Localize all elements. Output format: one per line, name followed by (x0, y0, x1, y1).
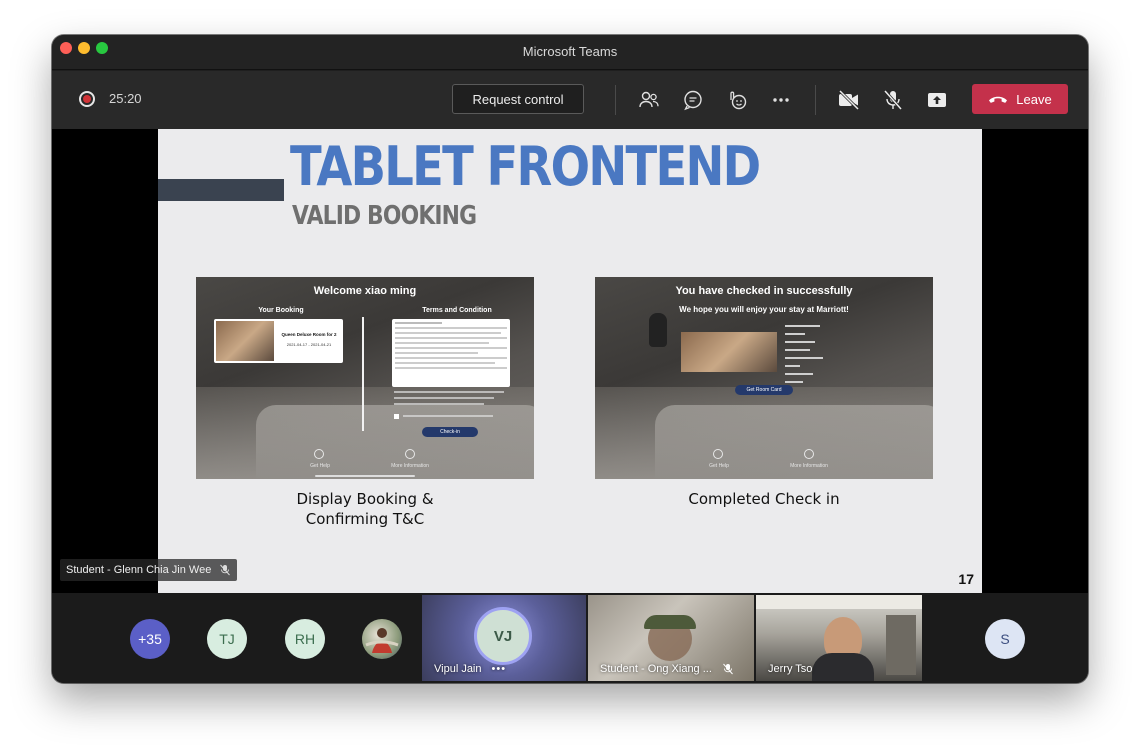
slide-page-number: 17 (958, 571, 974, 587)
mic-off-icon (220, 564, 231, 576)
caption-booking: Display Booking & Confirming T&C (196, 489, 534, 529)
info-icon[interactable] (804, 449, 814, 459)
slide-accent-bar (158, 179, 284, 201)
shared-screen-stage: TABLET FRONTEND VALID BOOKING Welcome xi… (52, 129, 1088, 593)
room-thumbnail (681, 332, 777, 372)
lamp-image (649, 313, 667, 347)
participant-gallery: +35 TJ RH VJ Vipul Jain ••• Student - On… (52, 593, 1088, 683)
caption-line-1: Display Booking & (296, 490, 434, 508)
column-divider (362, 317, 364, 431)
request-control-button[interactable]: Request control (452, 84, 584, 114)
leave-button[interactable]: Leave (972, 84, 1068, 114)
more-info-label: More Information (391, 463, 429, 469)
participant-avatar-rh[interactable]: RH (285, 619, 325, 659)
terms-heading: Terms and Condition (422, 307, 492, 314)
presenter-label: Student - Glenn Chia Jin Wee (60, 559, 238, 581)
participant-photo-avatar[interactable] (362, 619, 402, 659)
meeting-toolbar: 25:20 Request control Leave (52, 71, 1088, 129)
reactions-icon[interactable] (724, 87, 750, 113)
presentation-slide: TABLET FRONTEND VALID BOOKING Welcome xi… (158, 129, 982, 593)
booking-card: Queen Deluxe Room for 2 2021-04-17 - 202… (214, 319, 343, 363)
checked-in-screenshot: You have checked in successfully We hope… (595, 277, 933, 479)
your-booking-heading: Your Booking (258, 307, 304, 314)
teams-window: Microsoft Teams 25:20 Request control Le… (52, 35, 1088, 683)
toolbar-divider (815, 85, 816, 115)
get-help-label: Get Help (310, 463, 330, 469)
participant-avatar-tj[interactable]: TJ (207, 619, 247, 659)
booking-screenshot: Welcome xiao ming Your Booking Terms and… (196, 277, 534, 479)
enjoy-stay-subheading: We hope you will enjoy your stay at Marr… (679, 305, 849, 314)
overflow-participants-avatar[interactable]: +35 (130, 619, 170, 659)
welcome-heading: Welcome xiao ming (313, 285, 417, 297)
presenter-name: Student - Glenn Chia Jin Wee (66, 564, 212, 576)
share-tray-icon[interactable] (924, 87, 950, 113)
participant-avatar-s[interactable]: S (985, 619, 1025, 659)
participant-name: Vipul Jain ••• (434, 663, 507, 675)
participant-name: Jerry Tso (768, 663, 813, 675)
room-thumbnail (216, 321, 274, 361)
more-icon[interactable]: ••• (492, 663, 507, 675)
mic-off-icon[interactable] (880, 87, 906, 113)
room-name: Queen Deluxe Room for 2 (281, 332, 337, 337)
title-bar: Microsoft Teams (52, 35, 1088, 70)
window-title: Microsoft Teams (522, 44, 618, 59)
hang-up-icon (989, 96, 1008, 103)
participants-icon[interactable] (636, 87, 662, 113)
recording-indicator-icon (79, 91, 95, 107)
help-icon[interactable] (713, 449, 723, 459)
slide-subtitle: VALID BOOKING (292, 201, 477, 231)
checked-in-heading: You have checked in successfully (675, 285, 853, 297)
booking-details (785, 325, 835, 389)
chat-icon[interactable] (680, 87, 706, 113)
slide-title: TABLET FRONTEND (290, 135, 761, 198)
get-help-label: Get Help (709, 463, 729, 469)
more-info-label: More Information (790, 463, 828, 469)
help-icon[interactable] (314, 449, 324, 459)
info-icon[interactable] (405, 449, 415, 459)
participant-name: Student - Ong Xiang ... (600, 663, 734, 675)
terms-text-box[interactable] (392, 319, 510, 387)
toolbar-divider (615, 85, 616, 115)
get-room-card-button[interactable]: Get Room Card (735, 385, 793, 395)
mic-off-icon (723, 663, 733, 675)
participant-tile-jerry-tso[interactable]: Jerry Tso (756, 595, 922, 681)
agree-checkbox[interactable] (394, 414, 399, 419)
leave-label: Leave (1016, 91, 1052, 107)
participant-tile-ong-xiang[interactable]: Student - Ong Xiang ... (588, 595, 754, 681)
caption-checked-in: Completed Check in (688, 490, 840, 508)
camera-off-icon[interactable] (836, 87, 862, 113)
check-in-button[interactable]: Check-in (422, 427, 478, 437)
more-options-icon[interactable] (768, 87, 794, 113)
booking-dates: 2021-04-17 - 2021-04-21 (286, 342, 332, 347)
participant-tile-vipul-jain[interactable]: VJ Vipul Jain ••• (422, 595, 586, 681)
speaker-avatar: VJ (474, 607, 532, 665)
meeting-timer: 25:20 (109, 91, 142, 106)
caption-line-2: Confirming T&C (305, 510, 425, 528)
